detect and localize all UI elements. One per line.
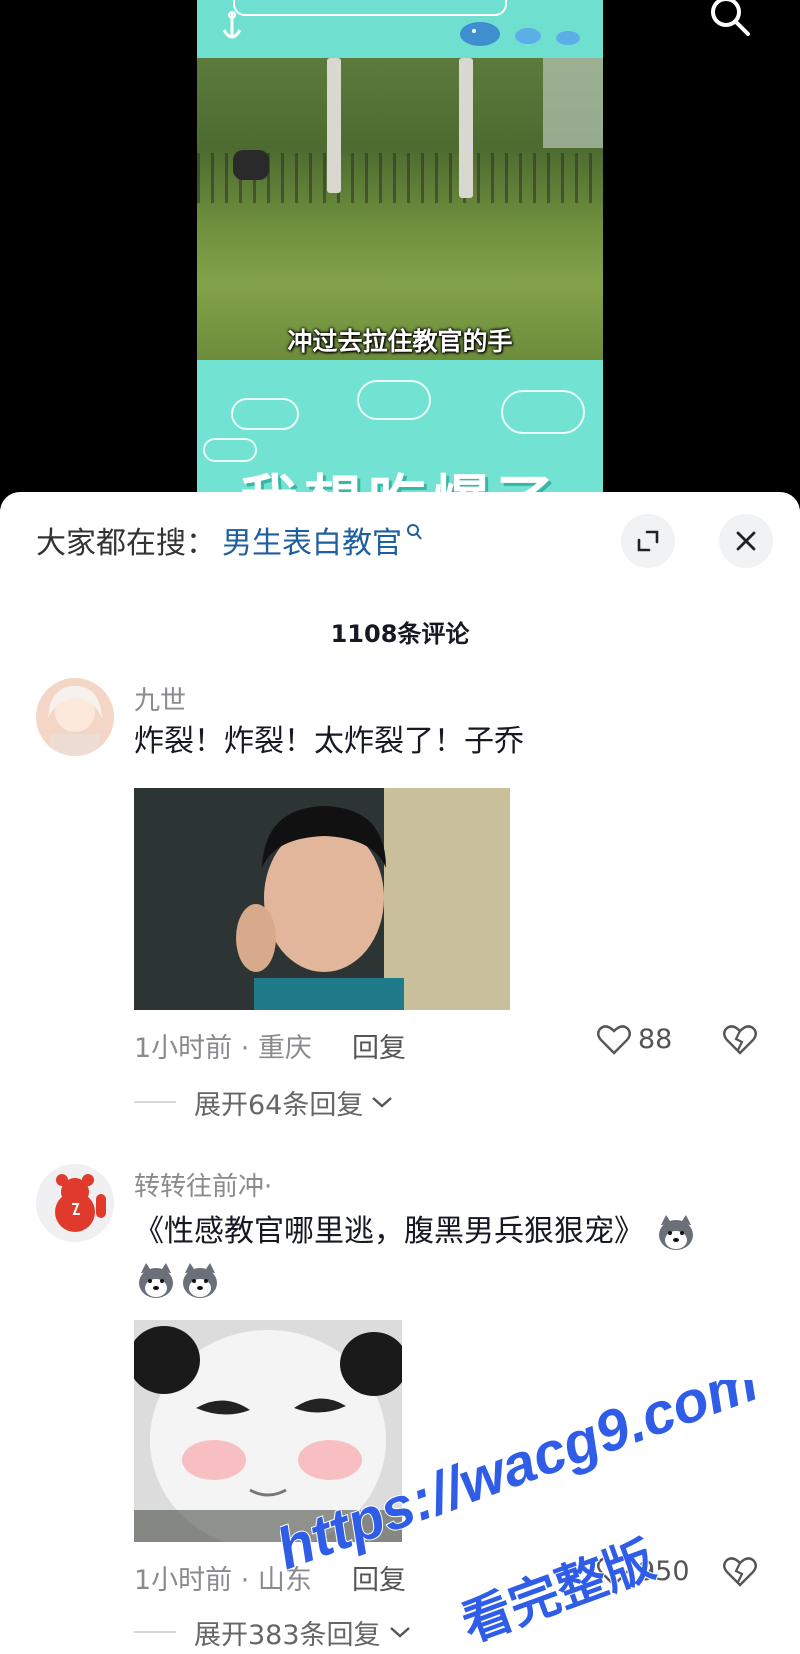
comment-sticker [134, 1320, 402, 1542]
reply-button[interactable]: 回复 [352, 1026, 406, 1065]
anchor-icon [222, 11, 242, 39]
comment-text-content: 《性感教官哪里逃，腹黑男兵狠狠宠》 [134, 1214, 644, 1249]
comments-panel: 大家都在搜： 男生表白教官 1108条评论 九世 炸裂！炸裂！太炸裂了！子乔 1… [0, 492, 800, 1654]
comment-text: 炸裂！炸裂！太炸裂了！子乔 [134, 724, 524, 759]
small-search-icon [407, 524, 422, 540]
expand-replies[interactable]: 展开64条回复 [134, 1082, 393, 1122]
close-icon [736, 531, 756, 551]
like-button[interactable]: 88 [596, 1022, 672, 1056]
comment-time-location: 1小时前 · 重庆 [134, 1033, 312, 1064]
comment-image[interactable] [134, 1320, 402, 1542]
like-button[interactable]: 950 [596, 1554, 690, 1588]
comment-username[interactable]: 九世 [134, 680, 186, 717]
heart-icon [597, 1557, 631, 1587]
close-button[interactable] [719, 514, 773, 568]
expand-divider [134, 1631, 176, 1633]
comment-text: 《性感教官哪里逃，腹黑男兵狠狠宠》 [134, 1208, 774, 1304]
comment-photo [134, 788, 510, 1010]
husky-emoji-icon [183, 1262, 217, 1298]
video-caption: 冲过去拉住教官的手 [287, 327, 513, 356]
video-cloud [357, 380, 431, 420]
comment-username[interactable]: 转转往前冲· [134, 1166, 272, 1203]
avatar-image [36, 1164, 114, 1242]
avatar-image [36, 678, 114, 756]
dislike-button[interactable] [722, 1022, 758, 1063]
video-cloud [231, 398, 299, 430]
video-tree [327, 58, 341, 193]
expand-icon [637, 530, 659, 552]
whale-decoration-icon [460, 22, 580, 46]
husky-emoji-icon [658, 1214, 693, 1250]
avatar[interactable] [36, 678, 114, 756]
video-speech-bubble [233, 0, 507, 16]
broken-heart-icon [723, 1025, 757, 1055]
heart-icon [597, 1025, 631, 1055]
video-player[interactable]: 冲过去拉住教官的手 我想吃爆了 [0, 0, 800, 520]
expand-replies-label: 展开64条回复 [194, 1089, 364, 1121]
video-cloud [501, 390, 585, 434]
expand-replies-label: 展开383条回复 [194, 1619, 381, 1651]
comment-meta: 1小时前 · 山东 回复 950 [134, 1554, 757, 1597]
comment-time-location: 1小时前 · 山东 [134, 1565, 312, 1596]
broken-heart-icon [723, 1557, 757, 1587]
chevron-down-icon [372, 1097, 393, 1108]
hot-search-bar: 大家都在搜： 男生表白教官 [36, 518, 422, 562]
like-count: 88 [638, 1023, 673, 1055]
dislike-button[interactable] [722, 1554, 758, 1595]
video-building [543, 58, 603, 148]
hot-search-prefix: 大家都在搜： [36, 526, 216, 561]
husky-emoji-icon [139, 1262, 173, 1298]
comment-meta: 1小时前 · 重庆 回复 88 [134, 1022, 757, 1065]
video-tree [459, 58, 473, 198]
comment-count: 1108条评论 [330, 620, 470, 648]
reply-button[interactable]: 回复 [352, 1558, 406, 1597]
expand-divider [134, 1101, 176, 1103]
video-scene [197, 58, 603, 360]
avatar[interactable] [36, 1164, 114, 1242]
expand-button[interactable] [621, 514, 675, 568]
expand-replies[interactable]: 展开383条回复 [134, 1612, 411, 1652]
video-people [233, 150, 269, 180]
video-frame[interactable]: 冲过去拉住教官的手 我想吃爆了 [197, 0, 603, 520]
comment-image[interactable] [134, 788, 510, 1010]
search-button[interactable] [708, 0, 752, 38]
like-count: 950 [638, 1555, 690, 1587]
search-icon [711, 0, 750, 36]
video-top-band [197, 0, 603, 58]
hot-search-term[interactable]: 男生表白教官 [222, 518, 402, 562]
chevron-down-icon [389, 1627, 410, 1638]
